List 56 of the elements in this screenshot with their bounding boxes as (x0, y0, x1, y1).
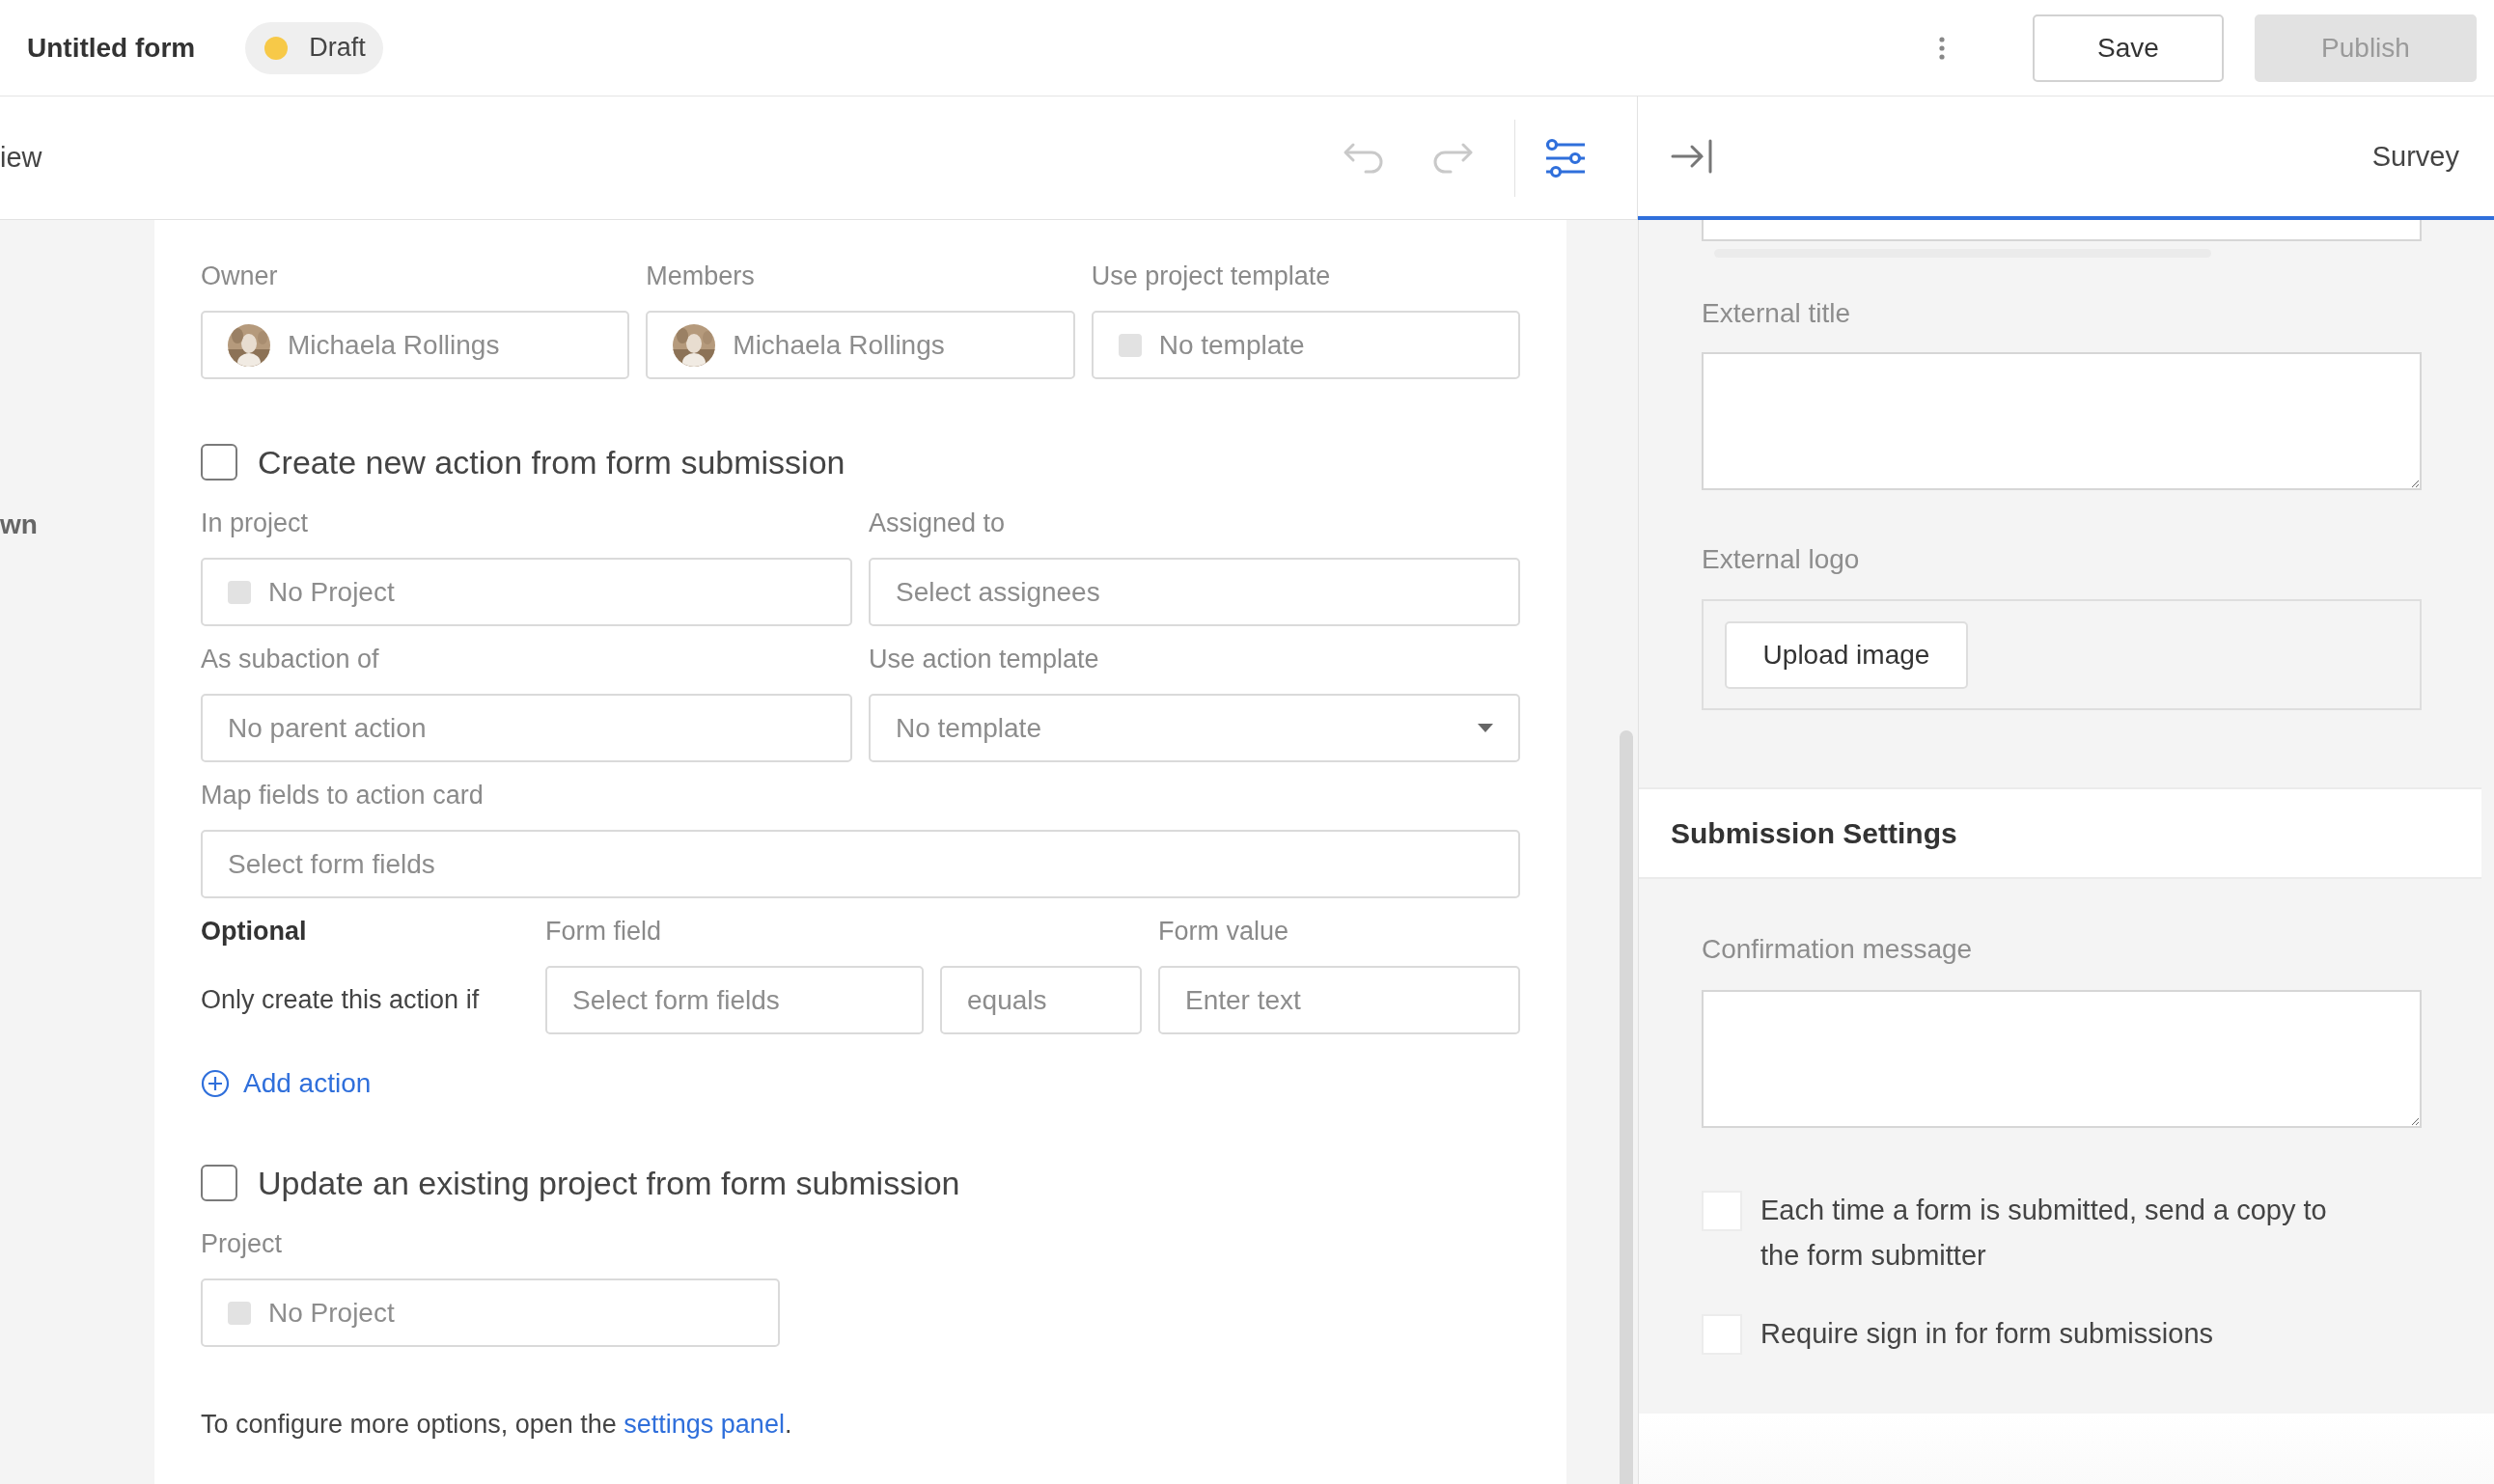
select-field[interactable]: No template (1091, 311, 1520, 379)
scrollbar[interactable] (1620, 730, 1633, 1484)
field-label: In project (201, 508, 310, 539)
checkbox[interactable] (201, 1165, 237, 1201)
section-title: Submission Settings (1671, 816, 1957, 850)
checkbox-label: Create new action from form submission (258, 443, 845, 481)
section-heading: Optional (201, 916, 308, 948)
sidebar-item[interactable]: wn (0, 509, 38, 539)
field-label: Confirmation message (1702, 933, 1974, 966)
select-field[interactable]: Michaela Rollings (646, 311, 1075, 379)
checkbox-label: Update an existing project from form submission (258, 1164, 960, 1202)
save-button[interactable]: Save (2033, 14, 2224, 82)
upload-button[interactable]: Upload image (1725, 620, 1968, 689)
field-label: Members (646, 261, 756, 292)
input-field[interactable]: Select assignees (869, 558, 1520, 626)
plus-icon (201, 1069, 230, 1098)
field-label: As subaction of (201, 644, 380, 675)
dropdown[interactable]: No template (869, 694, 1520, 762)
footer-note: To configure more options, open the settings panel. (201, 1410, 793, 1440)
field-label: Use project template (1091, 261, 1332, 292)
color-swatch (228, 1301, 251, 1325)
text-area[interactable] (1702, 990, 2422, 1128)
panel-title: Survey (2371, 140, 2459, 173)
field-label: External title (1702, 297, 1852, 330)
form-title: Untitled form (27, 32, 196, 64)
select-field[interactable]: equals (940, 966, 1142, 1034)
field-label: Form value (1158, 916, 1290, 948)
view-tab[interactable]: iew (0, 142, 42, 174)
status-label: Draft (309, 33, 366, 63)
text-area[interactable] (1702, 352, 2422, 490)
checkbox-label: Each time a form is submitted, send a copy to the form submitter (1760, 1194, 2328, 1273)
select-field[interactable]: No Project (201, 1278, 780, 1347)
settings-icon[interactable] (1544, 136, 1587, 179)
field-label: Owner (201, 261, 279, 292)
collapse-icon[interactable] (1671, 137, 1713, 176)
caret-icon (1478, 723, 1493, 733)
input-field[interactable]: Enter text (1158, 966, 1520, 1034)
select-field[interactable]: No Project (201, 558, 852, 626)
condition-label: Only create this action if (201, 985, 481, 1015)
checkbox-label: Require sign in for form submissions (1760, 1317, 2213, 1351)
color-swatch (1118, 333, 1142, 357)
field-label: Use action template (869, 644, 1100, 675)
field-label: Project (201, 1228, 284, 1260)
checkbox[interactable] (201, 444, 237, 481)
more-icon[interactable] (1938, 35, 1946, 61)
input-field[interactable]: Select form fields (201, 830, 1520, 898)
input-field[interactable]: No parent action (201, 694, 852, 762)
settings-link[interactable]: settings panel (624, 1410, 785, 1439)
field-label: Map fields to action card (201, 780, 485, 811)
select-field[interactable]: Michaela Rollings (201, 311, 630, 379)
color-swatch (228, 580, 251, 604)
field-label: Form field (545, 916, 663, 948)
field-label: Assigned to (869, 508, 1007, 539)
input-field[interactable]: Select form fields (545, 966, 924, 1034)
add-action-link[interactable]: Add action (201, 1064, 372, 1103)
field-label: External logo (1702, 543, 1861, 576)
